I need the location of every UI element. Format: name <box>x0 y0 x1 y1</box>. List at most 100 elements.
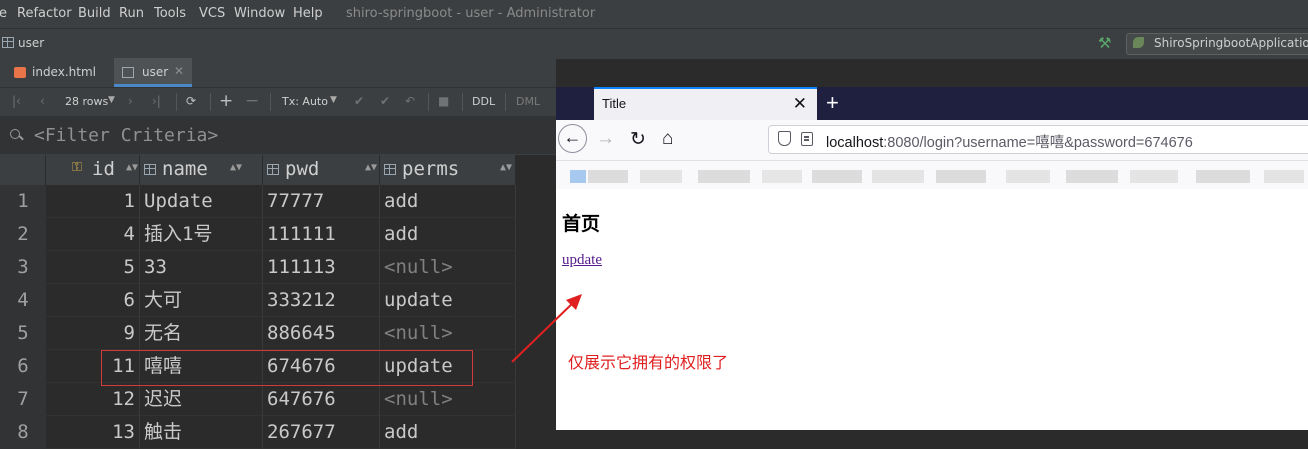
cell-pwd[interactable]: 77777 <box>263 185 380 218</box>
tab-index-html[interactable]: index.html <box>0 58 112 87</box>
last-page-icon[interactable]: ›| <box>152 94 161 108</box>
menu-item-refactor[interactable]: Refactor <box>17 6 72 21</box>
row-number[interactable]: 7 <box>0 383 46 416</box>
previous-page-icon[interactable]: ‹ <box>40 94 45 108</box>
commit-icon[interactable]: ✔ <box>354 94 364 108</box>
cell-id[interactable]: 6 <box>46 284 140 317</box>
window-title: shiro-springboot - user - Administrator <box>346 6 596 21</box>
bookmark-blur <box>1006 170 1050 183</box>
menu-item-window[interactable]: Window <box>234 6 285 21</box>
bookmark-blur <box>1264 170 1304 183</box>
update-link[interactable]: update <box>562 252 602 269</box>
cell-perms[interactable]: <null> <box>380 383 516 416</box>
menu-item-file[interactable]: e <box>0 6 7 21</box>
row-number[interactable]: 3 <box>0 251 46 284</box>
cell-name[interactable]: 插入1号 <box>140 218 263 251</box>
next-page-icon[interactable]: › <box>128 94 133 108</box>
cell-pwd[interactable]: 333212 <box>263 284 380 317</box>
cell-name[interactable]: 33 <box>140 251 263 284</box>
commit-all-icon[interactable]: ✔ <box>380 94 390 108</box>
cell-id[interactable]: 13 <box>46 416 140 449</box>
cell-pwd[interactable]: 886645 <box>263 317 380 350</box>
browser-tab[interactable]: Title ✕ <box>594 87 817 120</box>
rollback-icon[interactable]: ↶ <box>405 94 415 108</box>
cell-perms[interactable]: add <box>380 218 516 251</box>
column-header-label: id <box>92 158 115 180</box>
cell-pwd[interactable]: 111113 <box>263 251 380 284</box>
cell-name[interactable]: 迟迟 <box>140 383 263 416</box>
cell-pwd[interactable]: 267677 <box>263 416 380 449</box>
bookmark-blur <box>588 170 628 183</box>
cell-id[interactable]: 4 <box>46 218 140 251</box>
column-header-name[interactable]: name ▲▼ <box>140 155 263 185</box>
toolbar-divider <box>505 93 506 111</box>
cell-perms[interactable]: <null> <box>380 251 516 284</box>
sort-icon[interactable]: ▲▼ <box>500 162 512 173</box>
row-number[interactable]: 2 <box>0 218 46 251</box>
back-arrow-icon[interactable]: ← <box>558 124 587 153</box>
row-number[interactable]: 6 <box>0 350 46 383</box>
cell-perms[interactable]: <null> <box>380 317 516 350</box>
cell-id[interactable]: 1 <box>46 185 140 218</box>
menu-item-help[interactable]: Help <box>293 6 323 21</box>
new-tab-icon[interactable]: + <box>826 90 839 116</box>
sort-icon[interactable]: ▲▼ <box>365 162 377 173</box>
bookmark-blur <box>762 170 802 183</box>
row-number[interactable]: 1 <box>0 185 46 218</box>
close-tab-icon[interactable]: ✕ <box>174 64 184 78</box>
menu-item-vcs[interactable]: VCS <box>199 6 225 21</box>
ddl-button[interactable]: DDL <box>472 95 495 108</box>
column-header-label: pwd <box>285 158 320 180</box>
cell-id[interactable]: 9 <box>46 317 140 350</box>
delete-row-icon[interactable]: − <box>245 91 259 111</box>
cell-name[interactable]: 无名 <box>140 317 263 350</box>
sort-icon[interactable]: ▲▼ <box>230 162 242 173</box>
cell-name[interactable]: 大可 <box>140 284 263 317</box>
column-header-id[interactable]: ⚿ id ▲▼ <box>46 155 140 185</box>
sort-icon[interactable]: ▲▼ <box>126 162 138 173</box>
close-tab-icon[interactable]: ✕ <box>793 94 807 114</box>
tab-label: index.html <box>32 65 96 79</box>
page-info-icon[interactable] <box>801 132 813 146</box>
refresh-icon[interactable]: ⟳ <box>186 94 196 108</box>
run-configuration-selector[interactable]: ShiroSpringbootApplication <box>1126 33 1308 55</box>
bookmark-blur <box>1066 170 1118 183</box>
menu-item-tools[interactable]: Tools <box>154 6 186 21</box>
column-header-pwd[interactable]: pwd ▲▼ <box>263 155 380 185</box>
row-number[interactable]: 8 <box>0 416 46 449</box>
forward-arrow-icon[interactable]: → <box>596 128 615 150</box>
transaction-mode-selector[interactable]: Tx: Auto <box>282 95 328 108</box>
tracking-shield-icon[interactable] <box>778 131 791 146</box>
column-header-perms[interactable]: perms ▲▼ <box>380 155 516 185</box>
cell-id[interactable]: 5 <box>46 251 140 284</box>
cell-perms[interactable]: update <box>380 284 516 317</box>
cell-perms[interactable]: add <box>380 185 516 218</box>
row-number[interactable]: 5 <box>0 317 46 350</box>
menu-item-run[interactable]: Run <box>119 6 144 21</box>
run-configuration-label: ShiroSpringbootApplication <box>1154 36 1308 50</box>
add-row-icon[interactable]: + <box>219 91 233 111</box>
reload-icon[interactable]: ↻ <box>630 128 646 151</box>
cell-pwd[interactable]: 111111 <box>263 218 380 251</box>
cell-pwd[interactable]: 647676 <box>263 383 380 416</box>
bookmark-blur <box>640 170 682 183</box>
cell-name[interactable]: Update <box>140 185 263 218</box>
stop-icon[interactable]: ■ <box>438 94 449 108</box>
first-page-icon[interactable]: |‹ <box>12 94 21 108</box>
menu-item-build[interactable]: Build <box>78 6 111 21</box>
cell-name[interactable]: 触击 <box>140 416 263 449</box>
breadcrumb[interactable]: user <box>18 36 44 50</box>
rows-count-selector[interactable]: 28 rows <box>65 95 108 108</box>
build-hammer-icon[interactable]: ⚒ <box>1098 34 1111 52</box>
url-bar[interactable]: localhost:8080/login?username=嘻嘻&passwor… <box>768 125 1308 154</box>
filter-criteria-field[interactable]: <Filter Criteria> <box>0 116 556 155</box>
url-text: localhost:8080/login?username=嘻嘻&passwor… <box>826 131 1193 152</box>
cell-id[interactable]: 12 <box>46 383 140 416</box>
home-icon[interactable]: ⌂ <box>662 128 673 150</box>
table-icon <box>2 37 14 48</box>
row-number[interactable]: 4 <box>0 284 46 317</box>
bookmark-blur <box>698 170 750 183</box>
dml-button[interactable]: DML <box>516 95 540 108</box>
cell-perms[interactable]: add <box>380 416 516 449</box>
tab-user[interactable]: user ✕ <box>114 58 192 87</box>
